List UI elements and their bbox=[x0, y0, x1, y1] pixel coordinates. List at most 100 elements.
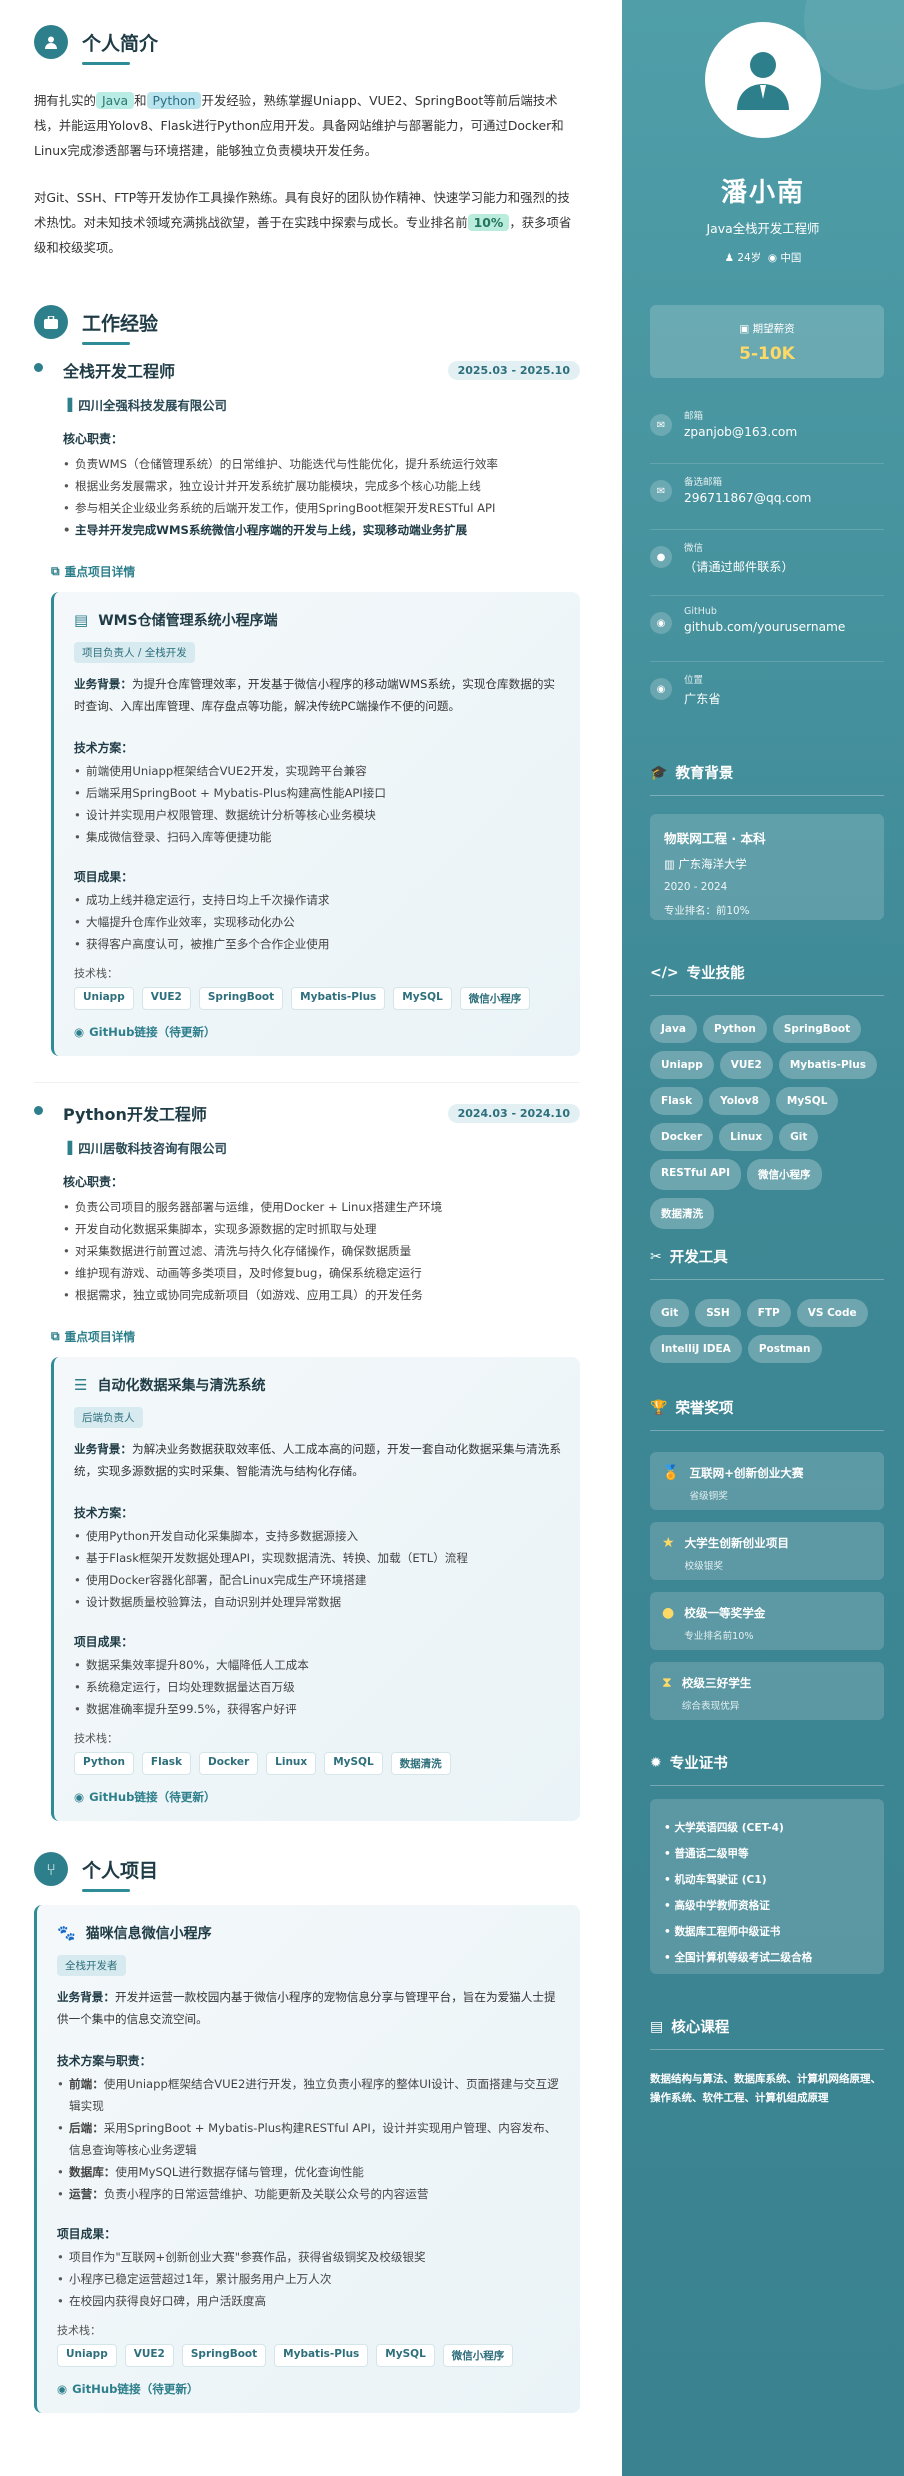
tech-tag: VUE2 bbox=[141, 987, 191, 1010]
skill-pill: RESTful API bbox=[650, 1159, 742, 1190]
edu-years: 2020 - 2024 bbox=[664, 881, 728, 893]
list-item: 维护现有游戏、动画等多类项目，及时修复bug，确保系统稳定运行 bbox=[63, 1262, 580, 1284]
money-icon: ▣ bbox=[739, 323, 753, 335]
ribbon-icon: ⧗ bbox=[662, 1675, 672, 1691]
tech-tag: Python bbox=[74, 1752, 134, 1775]
contact-github[interactable]: ◉ GitHub github.com/yourusername bbox=[650, 606, 884, 662]
star-icon: ★ bbox=[662, 1535, 675, 1551]
tech-label: 技术方案： bbox=[74, 1506, 133, 1520]
sidebar: 潘小南 Java全栈开发工程师 ♟ 24岁 ◉ 中国 ▣ 期望薪资 5-10K … bbox=[622, 0, 904, 2476]
list-item: 前端：使用Uniapp框架结合VUE2进行开发，独立负责小程序的整体UI设计、页… bbox=[57, 2073, 562, 2117]
skill-pill: Yolov8 bbox=[709, 1087, 770, 1115]
project-title: WMS仓储管理系统小程序端 bbox=[98, 613, 278, 629]
edu-school: ▥ 广东海洋大学 bbox=[664, 857, 747, 871]
skills-list: Java Python SpringBoot Uniapp VUE2 Mybat… bbox=[650, 1015, 884, 1229]
list-item: 大幅提升仓库作业效率，实现移动化办公 bbox=[74, 911, 562, 933]
list-item: 基于Flask框架开发数据处理API，实现数据清洗、转换、加载（ETL）流程 bbox=[74, 1547, 562, 1569]
tech-label: 技术方案与职责： bbox=[57, 2054, 152, 2068]
results-list: 数据采集效率提升80%，大幅降低人工成本 系统稳定运行，日均处理数据量达百万级 … bbox=[74, 1654, 562, 1720]
date-badge: 2024.03 - 2024.10 bbox=[447, 1103, 580, 1123]
list-item: 对采集数据进行前置过滤、清洗与持久化存储操作，确保数据质量 bbox=[63, 1240, 580, 1262]
education-card: 物联网工程 · 本科 ▥ 广东海洋大学 2020 - 2024 专业排名：前10… bbox=[650, 814, 884, 920]
project-background: 业务背景：开发并运营一款校园内基于微信小程序的宠物信息分享与管理平台，旨在为爱猫… bbox=[57, 1990, 556, 2026]
person-icon bbox=[737, 52, 789, 110]
person-icon-small: ♟ bbox=[724, 252, 738, 264]
edu-major: 物联网工程 · 本科 bbox=[664, 831, 766, 846]
awards-header: 🏆 荣誉奖项 bbox=[650, 1397, 884, 1431]
certs-card: • 大学英语四级 (CET-4) • 普通话二级甲等 • 机动车驾驶证 (C1)… bbox=[650, 1799, 884, 1974]
job-entry-1: 全栈开发工程师 2025.03 - 2025.10 ▐ 四川全强科技发展有限公司 … bbox=[34, 358, 580, 1056]
list-item: 根据需求，独立或协同完成新项目（如游戏、应用工具）的开发任务 bbox=[63, 1284, 580, 1306]
skills-header: </> 专业技能 bbox=[650, 962, 884, 996]
certs-header: ✹ 专业证书 bbox=[650, 1752, 884, 1786]
tech-tag: 微信小程序 bbox=[459, 987, 531, 1010]
project-background: 业务背景：为提升仓库管理效率，开发基于微信小程序的移动端WMS系统，实现仓库数据… bbox=[74, 677, 556, 713]
personal-projects-header: ⑂ 个人项目 bbox=[34, 1849, 580, 1892]
tools-list: Git SSH FTP VS Code IntelliJ IDEA Postma… bbox=[650, 1299, 884, 1363]
graduation-cap-icon: 🎓 bbox=[650, 764, 668, 781]
main-content: 个人简介 拥有扎实的 Java 和 Python 开发经验，熟练掌握Uniapp、VUE… bbox=[0, 0, 622, 2476]
job-title: Python开发工程师 bbox=[63, 1105, 207, 1124]
envelope-icon: ✉ bbox=[650, 480, 672, 502]
github-link[interactable]: ◉ GitHub链接（待更新） bbox=[57, 2381, 562, 2397]
list-item: 后端：采用SpringBoot + Mybatis-Plus构建RESTful … bbox=[57, 2117, 562, 2161]
briefcase-icon bbox=[34, 305, 68, 339]
education-header: 🎓 教育背景 bbox=[650, 762, 884, 796]
list-item: 在校园内获得良好口碑，用户活跃度高 bbox=[57, 2290, 562, 2312]
list-item: 主导并开发完成WMS系统微信小程序端的开发与上线，实现移动端业务扩展 bbox=[63, 519, 580, 541]
award-card: 🏅 互联网+创新创业大赛 省级铜奖 bbox=[650, 1452, 884, 1510]
database-icon: ☰ bbox=[74, 1376, 88, 1394]
contact-location: ◉ 位置 广东省 bbox=[650, 672, 884, 728]
person-name: 潘小南 bbox=[720, 178, 805, 208]
tool-pill: VS Code bbox=[796, 1299, 868, 1327]
skill-pill: Flask bbox=[650, 1087, 704, 1115]
results-label: 项目成果： bbox=[57, 2227, 116, 2241]
list-item: 使用Python开发自动化采集脚本，支持多数据源接入 bbox=[74, 1525, 562, 1547]
personal-projects-title: 个人项目 bbox=[82, 1856, 158, 1892]
tech-stack-tags: Uniapp VUE2 SpringBoot Mybatis-Plus MySQ… bbox=[57, 2344, 562, 2367]
list-item: 开发自动化数据采集脚本，实现多源数据的定时抓取与处理 bbox=[63, 1218, 580, 1240]
tech-tag: MySQL bbox=[324, 1752, 383, 1775]
role-badge: 后端负责人 bbox=[74, 1407, 143, 1428]
results-label: 项目成果： bbox=[74, 870, 133, 884]
timeline-dot bbox=[34, 1106, 43, 1115]
contact-email[interactable]: ✉ 邮箱 zpanjob@163.com bbox=[650, 408, 884, 464]
job-entry-2: Python开发工程师 2024.03 - 2024.10 ▐ 四川居敬科技咨询有… bbox=[34, 1101, 580, 1821]
tech-tag: Uniapp bbox=[57, 2344, 117, 2367]
tool-pill: Git bbox=[650, 1299, 690, 1327]
skill-pill: Uniapp bbox=[650, 1051, 714, 1079]
tech-tag: VUE2 bbox=[124, 2344, 174, 2367]
list-item: 运营：负责小程序的日常运营维护、功能更新及关联公众号的内容运营 bbox=[57, 2183, 562, 2205]
award-card: ★ 大学生创新创业项目 校级银奖 bbox=[650, 1522, 884, 1580]
tools-icon: ✂ bbox=[650, 1248, 662, 1265]
tech-list: 使用Python开发自动化采集脚本，支持多数据源接入 基于Flask框架开发数据… bbox=[74, 1525, 562, 1613]
skill-pill: Docker bbox=[650, 1123, 714, 1151]
duties-list: 负责公司项目的服务器部署与运维，使用Docker + Linux搭建生产环境 开… bbox=[63, 1196, 580, 1306]
stack-label: 技术栈： bbox=[74, 1732, 118, 1745]
university-icon: ▥ bbox=[664, 857, 679, 871]
tool-pill: FTP bbox=[746, 1299, 791, 1327]
list-item: 成功上线并稳定运行，支持日均上千次操作请求 bbox=[74, 889, 562, 911]
list-item: 根据业务发展需求，独立设计并开发系统扩展功能模块，完成多个核心功能上线 bbox=[63, 475, 580, 497]
list-item: 项目作为"互联网+创新创业大赛"参赛作品，获得省级铜奖及校级银奖 bbox=[57, 2246, 562, 2268]
tech-tag: SpringBoot bbox=[181, 2344, 267, 2367]
envelope-icon: ✉ bbox=[650, 414, 672, 436]
list-item: 数据准确率提升至99.5%，获得客户好评 bbox=[74, 1698, 562, 1720]
python-highlight: Python bbox=[146, 92, 202, 109]
courses-header: ▤ 核心课程 bbox=[650, 2016, 884, 2050]
list-item: 小程序已稳定运营超过1年，累计服务用户上万人次 bbox=[57, 2268, 562, 2290]
tech-tag: 数据清洗 bbox=[390, 1752, 451, 1775]
github-link[interactable]: ◉ GitHub链接（待更新） bbox=[74, 1024, 562, 1040]
divider bbox=[34, 1082, 580, 1083]
timeline-dot bbox=[34, 363, 43, 372]
github-link[interactable]: ◉ GitHub链接（待更新） bbox=[74, 1789, 562, 1805]
github-icon: ◉ bbox=[74, 1790, 85, 1804]
award-card: ● 校级一等奖学金 专业排名前10% bbox=[650, 1592, 884, 1650]
results-label: 项目成果： bbox=[74, 1635, 133, 1649]
job-title: 全栈开发工程师 bbox=[63, 362, 176, 381]
trophy-icon: 🏆 bbox=[650, 1399, 668, 1416]
contact-alt-email[interactable]: ✉ 备选邮箱 296711867@qq.com bbox=[650, 474, 884, 530]
chat-icon: ● bbox=[650, 546, 672, 568]
building-icon: ▐ bbox=[63, 1141, 73, 1155]
personal-project-card: 🐾 猫咪信息微信小程序 全栈开发者 业务背景：开发并运营一款校园内基于微信小程序的… bbox=[34, 1905, 580, 2413]
